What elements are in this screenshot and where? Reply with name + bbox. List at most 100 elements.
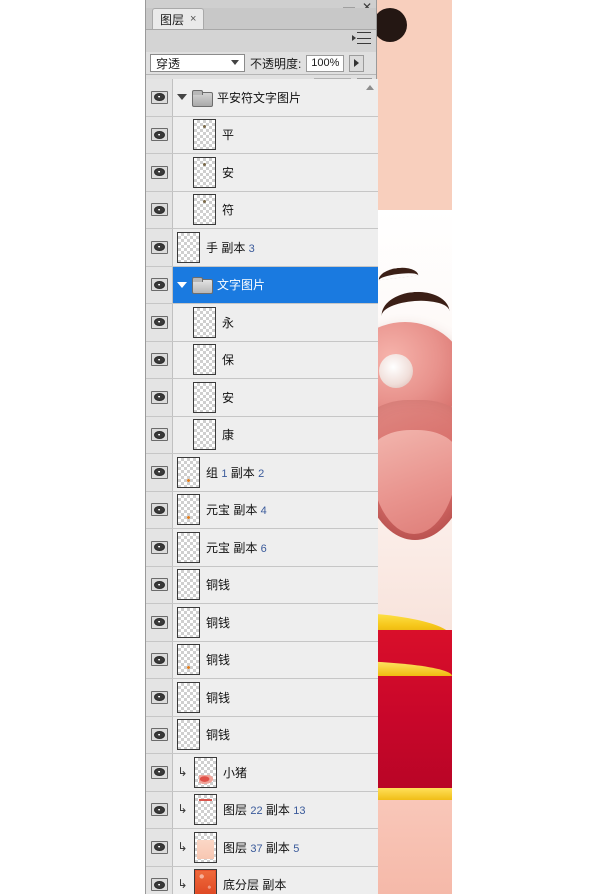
- eye-icon[interactable]: [150, 90, 168, 104]
- layer-row-body[interactable]: 铜钱: [173, 567, 378, 604]
- layer-row-body[interactable]: 组 1 副本 2: [173, 454, 378, 491]
- table-row[interactable]: 安: [146, 154, 378, 192]
- visibility-toggle-cell[interactable]: [146, 304, 173, 341]
- layer-row-body[interactable]: 铜钱: [173, 604, 378, 641]
- table-row[interactable]: 符: [146, 191, 378, 229]
- layer-row-body[interactable]: 符: [173, 192, 378, 229]
- panel-menu-icon[interactable]: [352, 32, 371, 44]
- layer-thumbnail[interactable]: [177, 494, 200, 526]
- layer-thumbnail[interactable]: [194, 831, 217, 863]
- tab-layers[interactable]: 图层 ×: [152, 8, 205, 29]
- layer-thumbnail[interactable]: [194, 794, 217, 826]
- layer-row-body[interactable]: 铜钱: [173, 679, 378, 716]
- table-row[interactable]: ↳ 图层 22 副本 13: [146, 791, 378, 829]
- table-row[interactable]: 康: [146, 416, 378, 454]
- layer-row-body[interactable]: 元宝 副本 6: [173, 529, 378, 566]
- eye-icon[interactable]: [150, 653, 168, 667]
- visibility-toggle-cell[interactable]: [146, 191, 173, 228]
- layer-row-body[interactable]: 永: [173, 304, 378, 341]
- visibility-toggle-cell[interactable]: [146, 154, 173, 191]
- opacity-slider-arrow[interactable]: [349, 54, 365, 72]
- layer-row-body[interactable]: ↳ 图层 37 副本 5: [173, 829, 378, 866]
- layer-thumbnail[interactable]: [194, 756, 217, 788]
- eye-icon[interactable]: [150, 353, 168, 367]
- layer-row-body[interactable]: ↳ 图层 22 副本 13: [173, 792, 378, 829]
- table-row[interactable]: 保: [146, 341, 378, 379]
- layer-row-body[interactable]: 安: [173, 154, 378, 191]
- layer-thumbnail[interactable]: [177, 569, 200, 601]
- eye-icon[interactable]: [150, 540, 168, 554]
- layer-row-body[interactable]: ↳ 底分层 副本: [173, 867, 378, 894]
- layer-thumbnail[interactable]: [177, 644, 200, 676]
- layer-thumbnail[interactable]: [177, 231, 200, 263]
- visibility-toggle-cell[interactable]: [146, 341, 173, 378]
- table-row[interactable]: 安: [146, 379, 378, 417]
- eye-icon[interactable]: [150, 878, 168, 892]
- table-row[interactable]: 手 副本 3: [146, 229, 378, 267]
- eye-icon[interactable]: [150, 240, 168, 254]
- eye-icon[interactable]: [150, 165, 168, 179]
- table-row[interactable]: 铜钱: [146, 641, 378, 679]
- layer-row-body[interactable]: 安: [173, 379, 378, 416]
- table-row[interactable]: 平: [146, 116, 378, 154]
- layer-group-row[interactable]: 文字图片: [146, 266, 378, 304]
- opacity-input[interactable]: 100%: [306, 54, 345, 72]
- eye-icon[interactable]: [150, 503, 168, 517]
- layer-thumbnail[interactable]: [193, 119, 216, 151]
- eye-icon[interactable]: [150, 765, 168, 779]
- layer-thumbnail[interactable]: [193, 194, 216, 226]
- visibility-toggle-cell[interactable]: [146, 379, 173, 416]
- blend-mode-select[interactable]: 穿透: [150, 54, 245, 72]
- layer-thumbnail[interactable]: [193, 419, 216, 451]
- visibility-toggle-cell[interactable]: [146, 79, 173, 116]
- visibility-toggle-cell[interactable]: [146, 754, 173, 791]
- chevron-down-icon[interactable]: [231, 60, 239, 65]
- visibility-toggle-cell[interactable]: [146, 791, 173, 828]
- layer-row-body[interactable]: ↳ 小猪: [173, 754, 378, 791]
- eye-icon[interactable]: [150, 128, 168, 142]
- layer-row-body[interactable]: 文字图片: [173, 267, 378, 304]
- visibility-toggle-cell[interactable]: [146, 266, 173, 303]
- visibility-toggle-cell[interactable]: [146, 529, 173, 566]
- visibility-toggle-cell[interactable]: [146, 679, 173, 716]
- eye-icon[interactable]: [150, 390, 168, 404]
- layer-thumbnail[interactable]: [177, 531, 200, 563]
- eye-icon[interactable]: [150, 465, 168, 479]
- table-row[interactable]: 铜钱: [146, 604, 378, 642]
- table-row[interactable]: ↳ 小猪: [146, 754, 378, 792]
- tab-close-icon[interactable]: ×: [190, 13, 196, 25]
- visibility-toggle-cell[interactable]: [146, 604, 173, 641]
- visibility-toggle-cell[interactable]: [146, 566, 173, 603]
- layer-row-body[interactable]: 铜钱: [173, 642, 378, 679]
- layer-row-body[interactable]: 保: [173, 342, 378, 379]
- table-row[interactable]: 铜钱: [146, 566, 378, 604]
- visibility-toggle-cell[interactable]: [146, 491, 173, 528]
- table-row[interactable]: ↳ 底分层 副本: [146, 866, 378, 894]
- layer-row-body[interactable]: 平安符文字图片: [173, 79, 378, 116]
- layer-row-body[interactable]: 元宝 副本 4: [173, 492, 378, 529]
- table-row[interactable]: 元宝 副本 6: [146, 529, 378, 567]
- eye-icon[interactable]: [150, 203, 168, 217]
- layer-row-body[interactable]: 铜钱: [173, 717, 378, 754]
- layer-thumbnail[interactable]: [193, 156, 216, 188]
- table-row[interactable]: 铜钱: [146, 679, 378, 717]
- visibility-toggle-cell[interactable]: [146, 866, 173, 894]
- layer-row-body[interactable]: 手 副本 3: [173, 229, 378, 266]
- table-row[interactable]: ↳ 图层 37 副本 5: [146, 829, 378, 867]
- layer-row-body[interactable]: 平: [173, 117, 378, 154]
- eye-icon[interactable]: [150, 315, 168, 329]
- visibility-toggle-cell[interactable]: [146, 829, 173, 866]
- table-row[interactable]: 永: [146, 304, 378, 342]
- table-row[interactable]: 组 1 副本 2: [146, 454, 378, 492]
- eye-icon[interactable]: [150, 690, 168, 704]
- layer-thumbnail[interactable]: [177, 606, 200, 638]
- scroll-up-arrow-icon[interactable]: [365, 82, 376, 91]
- eye-icon[interactable]: [150, 803, 168, 817]
- layer-list[interactable]: 平安符文字图片平安符手 副本 3 文字图片永保安康组 1 副本 2 元宝 副本 4元…: [146, 79, 378, 894]
- layer-row-body[interactable]: 康: [173, 417, 378, 454]
- layer-thumbnail[interactable]: [177, 681, 200, 713]
- visibility-toggle-cell[interactable]: [146, 416, 173, 453]
- layer-thumbnail[interactable]: [194, 869, 217, 894]
- eye-icon[interactable]: [150, 615, 168, 629]
- eye-icon[interactable]: [150, 728, 168, 742]
